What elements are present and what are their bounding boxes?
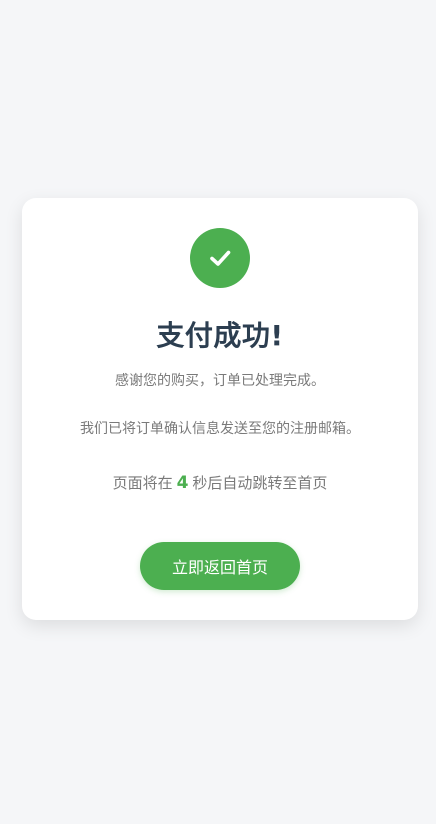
email-confirmation-message: 我们已将订单确认信息发送至您的注册邮箱。 bbox=[80, 421, 360, 437]
page-title: 支付成功! bbox=[156, 319, 284, 352]
return-home-button[interactable]: 立即返回首页 bbox=[140, 542, 300, 590]
countdown-seconds: 4 bbox=[176, 473, 189, 493]
thanks-message: 感谢您的购买，订单已处理完成。 bbox=[115, 373, 325, 389]
countdown-suffix: 秒后自动跳转至首页 bbox=[192, 474, 328, 492]
success-badge bbox=[190, 228, 250, 288]
success-card: 支付成功! 感谢您的购买，订单已处理完成。 我们已将订单确认信息发送至您的注册邮… bbox=[22, 198, 418, 620]
check-icon bbox=[210, 250, 231, 266]
redirect-countdown: 页面将在 4 秒后自动跳转至首页 bbox=[22, 472, 418, 493]
countdown-prefix: 页面将在 bbox=[112, 474, 173, 492]
payment-success-page: 支付成功! 感谢您的购买，订单已处理完成。 我们已将订单确认信息发送至您的注册邮… bbox=[0, 0, 436, 824]
